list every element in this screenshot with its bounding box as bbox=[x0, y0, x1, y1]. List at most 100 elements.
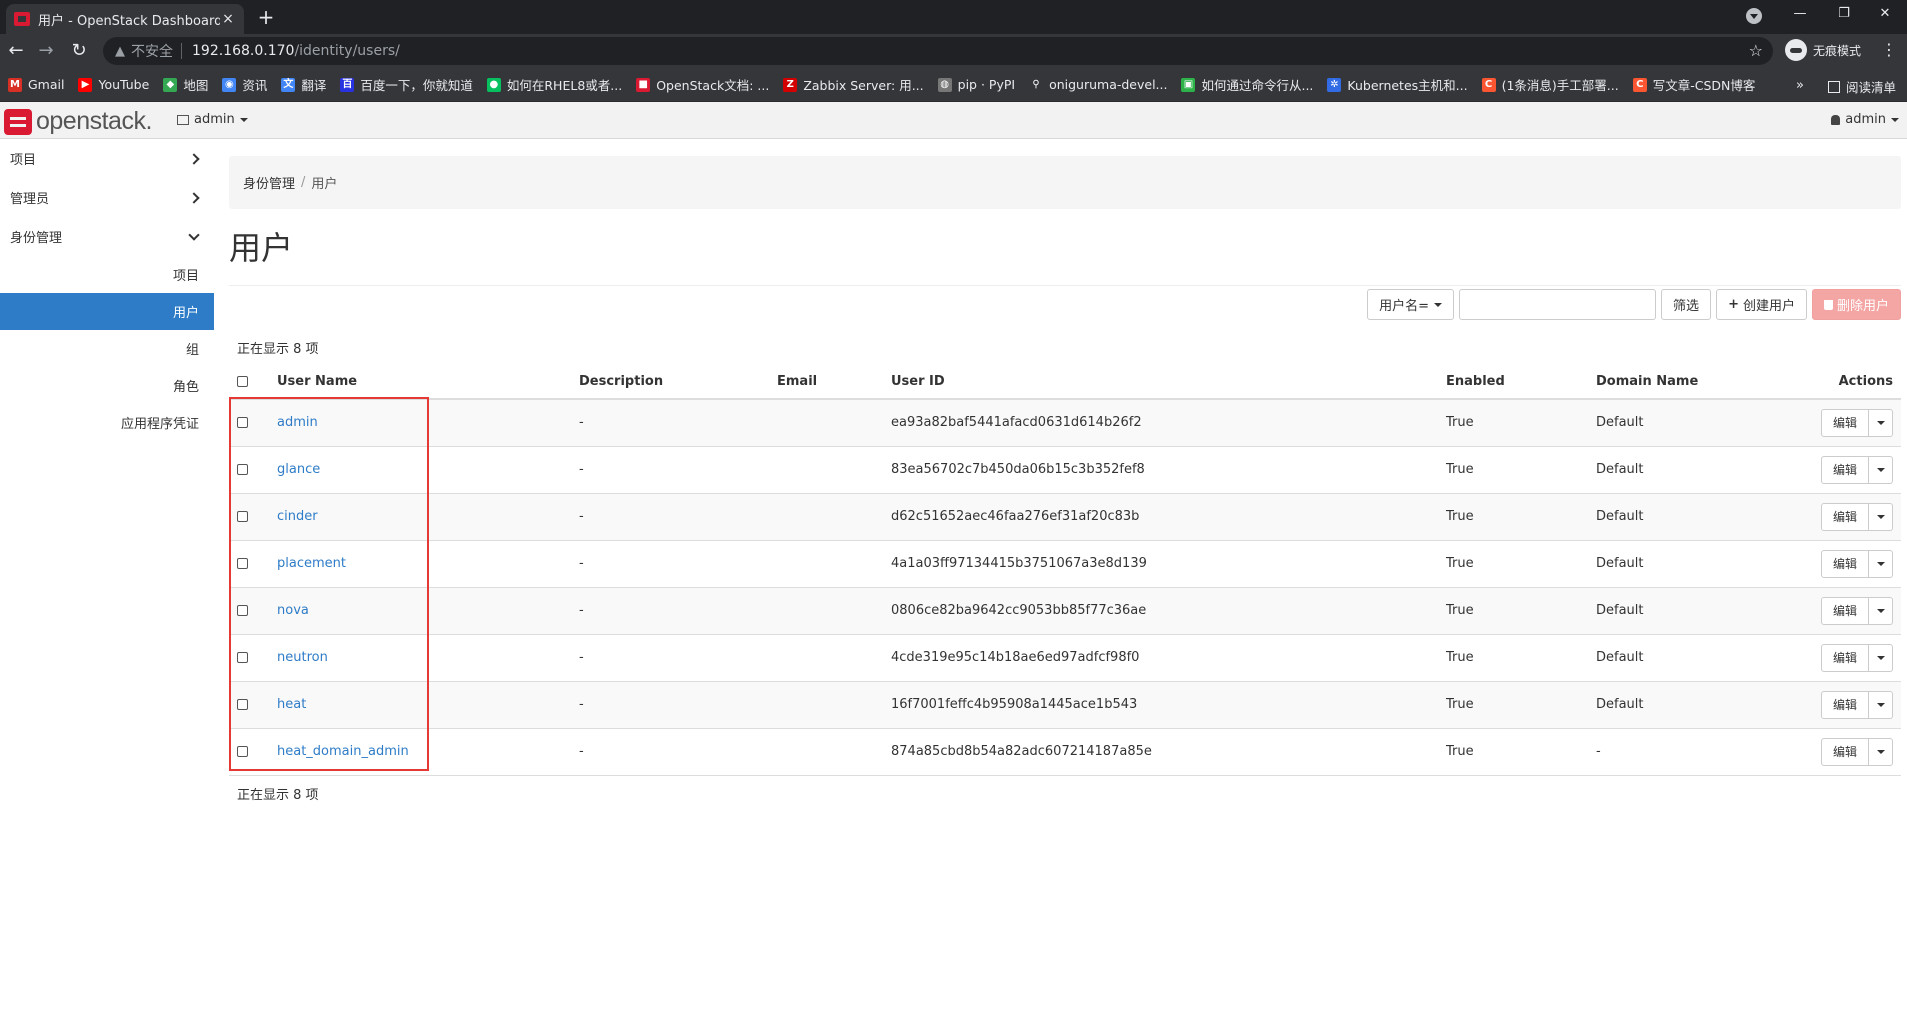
bookmark-item[interactable]: 文翻译 bbox=[281, 75, 326, 94]
filter-input[interactable] bbox=[1459, 289, 1657, 320]
sidebar-item-identity[interactable]: 身份管理 bbox=[0, 217, 214, 256]
select-all-checkbox[interactable] bbox=[237, 376, 248, 387]
bookmark-item[interactable]: 百百度一下，你就知道 bbox=[340, 75, 473, 94]
bookmark-item[interactable]: ⚲ oniguruma-devel... bbox=[1029, 77, 1167, 92]
sidebar-item-projects[interactable]: 项目 bbox=[0, 256, 214, 293]
sidebar-item-roles[interactable]: 角色 bbox=[0, 367, 214, 404]
row-checkbox[interactable] bbox=[237, 558, 248, 569]
more-bookmarks-icon[interactable]: » bbox=[1796, 78, 1804, 93]
bookmark-label: Zabbix Server: 用... bbox=[803, 78, 924, 93]
row-checkbox[interactable] bbox=[237, 417, 248, 429]
user-name-link[interactable]: heat_domain_admin bbox=[277, 744, 409, 759]
bookmark-label: 写文章-CSDN博客 bbox=[1652, 78, 1756, 93]
breadcrumb-parent[interactable]: 身份管理 bbox=[243, 173, 295, 192]
user-name-link[interactable]: heat bbox=[277, 697, 306, 712]
user-description: - bbox=[571, 728, 769, 776]
user-menu[interactable]: admin bbox=[1831, 112, 1899, 127]
column-header-domain-name[interactable]: Domain Name bbox=[1588, 365, 1788, 400]
browser-menu-icon[interactable]: ⋮ bbox=[1881, 40, 1897, 59]
column-header-email[interactable]: Email bbox=[769, 365, 883, 400]
edit-button[interactable]: 编辑 bbox=[1820, 502, 1869, 531]
warning-icon: ▲ bbox=[115, 43, 125, 59]
table-row: cinder - d62c51652aec46faa276ef31af20c83b T… bbox=[229, 493, 1901, 541]
tab-search-icon[interactable] bbox=[1746, 8, 1762, 24]
delete-users-button[interactable]: 删除用户 bbox=[1811, 289, 1901, 320]
column-header-description[interactable]: Description bbox=[571, 365, 769, 400]
filter-button[interactable]: 筛选 bbox=[1661, 289, 1712, 320]
sidebar-item-groups[interactable]: 组 bbox=[0, 330, 214, 367]
row-checkbox[interactable] bbox=[237, 464, 248, 475]
address-bar[interactable]: ▲ 不安全 192.168.0.170 /identity/users/ ☆ bbox=[103, 37, 1773, 65]
row-actions-dropdown[interactable] bbox=[1869, 737, 1893, 766]
close-window-button[interactable]: ✕ bbox=[1863, 0, 1907, 30]
edit-button[interactable]: 编辑 bbox=[1820, 549, 1869, 578]
user-name-link[interactable]: cinder bbox=[277, 509, 318, 524]
openstack-logo[interactable]: openstack. bbox=[4, 107, 152, 136]
user-name-link[interactable]: nova bbox=[277, 603, 309, 618]
reload-icon[interactable]: ↻ bbox=[67, 39, 91, 63]
browser-tab[interactable]: 用户 - OpenStack Dashboard × bbox=[6, 4, 244, 34]
incognito-indicator[interactable]: 无痕模式 bbox=[1785, 39, 1861, 61]
bookmark-item[interactable]: ◉ 资讯 bbox=[222, 75, 267, 94]
bookmark-item[interactable]: ● 如何在RHEL8或者... bbox=[486, 75, 622, 94]
user-name-link[interactable]: admin bbox=[277, 415, 318, 430]
tab-close-icon[interactable]: × bbox=[220, 11, 236, 27]
bookmark-item[interactable]: Z Zabbix Server: 用... bbox=[783, 75, 924, 94]
bookmark-item[interactable]: ■ OpenStack文档: ... bbox=[636, 75, 769, 94]
edit-button[interactable]: 编辑 bbox=[1820, 690, 1869, 719]
sidebar-item-project[interactable]: 项目 bbox=[0, 139, 214, 178]
forward-arrow-icon[interactable]: → bbox=[34, 39, 58, 63]
csdn-icon: C bbox=[1481, 77, 1496, 92]
bookmark-item[interactable]: C 写文章-CSDN博客 bbox=[1632, 75, 1756, 94]
user-name-link[interactable]: glance bbox=[277, 462, 320, 477]
bookmark-star-icon[interactable]: ☆ bbox=[1749, 41, 1763, 60]
reading-list-button[interactable]: 阅读清单 bbox=[1828, 77, 1896, 96]
new-tab-button[interactable]: + bbox=[254, 6, 278, 30]
user-description: - bbox=[571, 587, 769, 635]
edit-button[interactable]: 编辑 bbox=[1820, 455, 1869, 484]
user-name-link[interactable]: neutron bbox=[277, 650, 328, 665]
row-actions-dropdown[interactable] bbox=[1869, 690, 1893, 719]
row-actions-dropdown[interactable] bbox=[1869, 502, 1893, 531]
user-id: d62c51652aec46faa276ef31af20c83b bbox=[883, 493, 1438, 541]
row-actions-dropdown[interactable] bbox=[1869, 455, 1893, 484]
bookmark-item[interactable]: ▣ 如何通过命令行从... bbox=[1181, 75, 1313, 94]
sidebar-item-users[interactable]: 用户 bbox=[0, 293, 214, 330]
edit-button[interactable]: 编辑 bbox=[1820, 596, 1869, 625]
page-title: 用户 bbox=[229, 223, 1901, 286]
bookmark-item[interactable]: ◍ pip · PyPI bbox=[937, 77, 1015, 92]
row-actions-dropdown[interactable] bbox=[1869, 408, 1893, 437]
row-checkbox[interactable] bbox=[237, 652, 248, 663]
browser-toolbar: ← → ↻ ▲ 不安全 192.168.0.170 /identity/user… bbox=[0, 34, 1907, 68]
sidebar-item-admin[interactable]: 管理员 bbox=[0, 178, 214, 217]
edit-button[interactable]: 编辑 bbox=[1820, 408, 1869, 437]
create-user-button[interactable]: + 创建用户 bbox=[1716, 289, 1807, 320]
column-header-enabled[interactable]: Enabled bbox=[1438, 365, 1588, 400]
filter-field-select[interactable]: 用户名= bbox=[1367, 289, 1455, 320]
back-arrow-icon[interactable]: ← bbox=[4, 39, 28, 63]
row-actions-dropdown[interactable] bbox=[1869, 549, 1893, 578]
bookmark-item[interactable]: ▶ YouTube bbox=[78, 77, 149, 92]
bookmark-item[interactable]: M Gmail bbox=[8, 77, 64, 92]
news-icon: ◉ bbox=[222, 77, 237, 92]
row-checkbox[interactable] bbox=[237, 605, 248, 616]
row-checkbox[interactable] bbox=[237, 699, 248, 710]
row-actions-dropdown[interactable] bbox=[1869, 643, 1893, 672]
bookmark-item[interactable]: ◆ 地图 bbox=[163, 75, 208, 94]
user-name-link[interactable]: placement bbox=[277, 556, 346, 571]
search-icon: ⚲ bbox=[1029, 77, 1044, 92]
breadcrumb: 身份管理 / 用户 bbox=[229, 156, 1901, 209]
column-header-user-name[interactable]: User Name bbox=[269, 365, 571, 400]
bookmark-item[interactable]: C (1条消息)手工部署... bbox=[1481, 75, 1619, 94]
row-checkbox[interactable] bbox=[237, 511, 248, 522]
column-header-user-id[interactable]: User ID bbox=[883, 365, 1438, 400]
row-actions-dropdown[interactable] bbox=[1869, 596, 1893, 625]
restore-button[interactable]: ❐ bbox=[1822, 0, 1866, 30]
sidebar-item-app-credentials[interactable]: 应用程序凭证 bbox=[0, 404, 214, 441]
bookmark-item[interactable]: ✲ Kubernetes主机和... bbox=[1327, 75, 1468, 94]
row-checkbox[interactable] bbox=[237, 746, 248, 757]
minimize-button[interactable]: — bbox=[1778, 0, 1822, 30]
project-selector[interactable]: admin bbox=[177, 112, 248, 127]
edit-button[interactable]: 编辑 bbox=[1820, 737, 1869, 766]
edit-button[interactable]: 编辑 bbox=[1820, 643, 1869, 672]
